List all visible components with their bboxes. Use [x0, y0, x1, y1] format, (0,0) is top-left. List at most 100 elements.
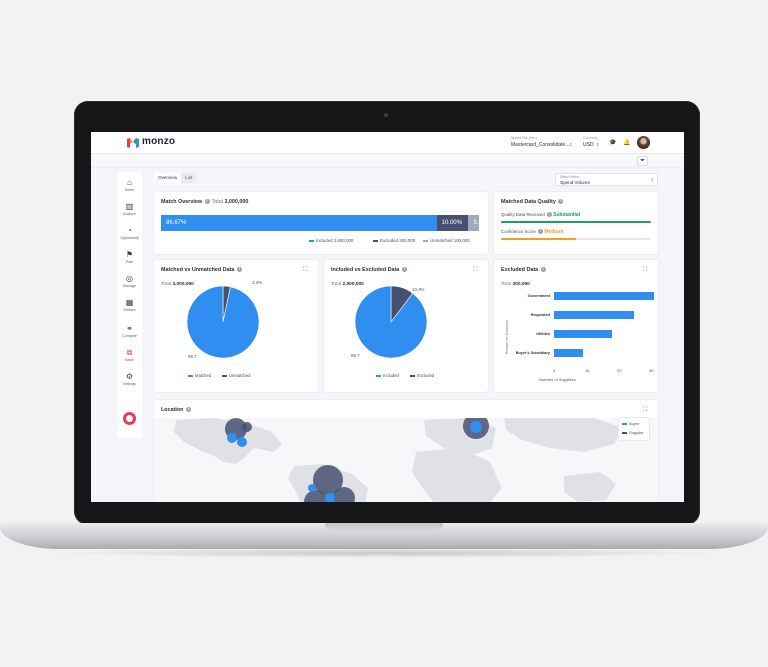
- legend-label: Excluded: [380, 238, 399, 243]
- sidebar-item-compare[interactable]: ⚭ Compare: [117, 322, 142, 344]
- currency-label: Currency: [583, 136, 598, 140]
- sidebar-item-label: Compare: [122, 334, 137, 338]
- stacked-bar-segment[interactable]: 86.67%: [161, 215, 437, 231]
- graduation-cap-icon[interactable]: 🎓: [609, 139, 616, 146]
- info-icon[interactable]: i: [546, 212, 552, 218]
- legend-supplier: Supplier: [622, 430, 644, 435]
- spend-file-label: Spend File (Yer.): [511, 136, 537, 140]
- filter-bar: ⏷: [91, 154, 684, 168]
- spend-file-select[interactable]: Mastercard_Consolidate...: [511, 142, 569, 148]
- info-icon[interactable]: i: [401, 267, 407, 273]
- confidence-value: Medium: [544, 229, 564, 235]
- buyer-bubble[interactable]: [237, 437, 247, 447]
- monzo-logo-icon: [127, 138, 139, 148]
- tab-list[interactable]: List: [181, 173, 196, 183]
- legend-value: 2,600,000: [333, 238, 354, 243]
- legend-label: Unmatched: [229, 373, 251, 378]
- metric-select-label: Select Metric: [560, 175, 580, 179]
- sidebar-item-label: Entities: [123, 308, 136, 312]
- brand-name: monzo: [142, 136, 176, 147]
- confidence-label: Confidence Score: [501, 229, 536, 234]
- chevron-updown-icon: ⇕: [650, 177, 654, 182]
- sidebar-item-label: Analyze: [123, 212, 136, 216]
- total-label: Total: [331, 282, 342, 287]
- legend-swatch: [423, 240, 428, 242]
- stacked-bar-segment[interactable]: 10.00%: [436, 215, 469, 231]
- x-axis-label: Number of Suppliers: [539, 377, 576, 382]
- total-value: 3,000,000: [224, 199, 249, 205]
- pie-label-unmatched: 3.3%: [252, 280, 263, 285]
- bar[interactable]: [554, 349, 583, 357]
- y-axis-label: Reason for Exclusion: [505, 320, 509, 354]
- sidebar-item-manage[interactable]: ◎ Manage: [117, 272, 142, 294]
- matched-vs-unmatched-card: Matched vs Unmatched Data i ⛶ Total 3,00…: [154, 260, 318, 392]
- chevron-updown-icon: ⇕: [569, 142, 573, 147]
- world-map: [154, 418, 658, 502]
- expand-icon[interactable]: ⛶: [643, 407, 647, 414]
- sidebar-item-home[interactable]: ⌂ Home: [117, 176, 142, 198]
- laptop-camera: [384, 113, 388, 117]
- pie-label-included: 89.7: [351, 353, 360, 358]
- info-icon[interactable]: i: [538, 229, 544, 235]
- excluded-data-card: Excluded Data i ⛶ Total 300,000 Reason f…: [494, 260, 658, 392]
- info-icon[interactable]: i: [204, 199, 210, 205]
- flag-icon: ⚑: [125, 250, 134, 259]
- expand-icon[interactable]: ⛶: [473, 267, 477, 274]
- matched-vs-unmatched-title: Matched vs Unmatched Data: [161, 267, 235, 273]
- legend-excluded: Excluded 300,000: [373, 238, 415, 243]
- legend-included: Included: [376, 373, 399, 378]
- x-tick-label: 0: [553, 368, 556, 373]
- info-icon[interactable]: i: [558, 199, 564, 205]
- info-icon[interactable]: i: [540, 267, 546, 273]
- metric-select-value: Spend Volume: [560, 180, 590, 185]
- bar[interactable]: [554, 292, 654, 300]
- bar-category-label: Utilities: [536, 332, 550, 336]
- expand-icon[interactable]: ⛶: [643, 267, 647, 274]
- matched-vs-unmatched-pie: [186, 285, 260, 359]
- buyer-bubble[interactable]: [470, 421, 482, 433]
- info-icon[interactable]: i: [185, 407, 191, 413]
- match-icon: ⧉: [126, 348, 133, 357]
- compare-icon: ⚭: [126, 324, 133, 333]
- top-bar: monzo Spend File (Yer.) Mastercard_Conso…: [91, 132, 684, 154]
- currency-select[interactable]: USD: [583, 142, 594, 148]
- sidebar-item-label: Match: [124, 358, 135, 362]
- legend-label: Excluded: [417, 373, 435, 378]
- view-tabs: Overview List: [154, 173, 197, 183]
- target-icon: ◎: [126, 274, 133, 283]
- bar[interactable]: [554, 311, 634, 319]
- buyer-bubble[interactable]: [308, 484, 316, 492]
- buyer-bubble[interactable]: [227, 433, 237, 443]
- pie-slice-included[interactable]: [354, 285, 428, 359]
- sidebar-item-opportunity[interactable]: ◔ Opportunity: [117, 224, 142, 246]
- stacked-bar-segment[interactable]: 3.33%: [468, 215, 479, 231]
- support-icon[interactable]: [123, 412, 136, 425]
- bar[interactable]: [554, 330, 612, 338]
- sidebar-item-analyze[interactable]: ▥ Analyze: [117, 200, 142, 222]
- progress-fill: [501, 238, 576, 240]
- sidebar-item-match[interactable]: ⧉ Match: [117, 346, 142, 368]
- legend-value: 300,000: [399, 238, 416, 243]
- sidebar-item-entities[interactable]: ▦ Entities: [117, 296, 142, 318]
- included-vs-excluded-pie: [354, 285, 428, 359]
- metric-select[interactable]: Select Metric Spend Volume ⇕: [555, 173, 658, 186]
- pie-slice-matched[interactable]: [186, 285, 260, 359]
- funnel-icon: ⏷: [640, 158, 645, 164]
- legend-label: Included: [383, 373, 399, 378]
- filter-button[interactable]: ⏷: [637, 156, 648, 166]
- card-title: Matched vs Unmatched Data i: [161, 267, 242, 273]
- info-icon[interactable]: i: [236, 267, 242, 273]
- bell-icon[interactable]: 🔔: [623, 139, 630, 146]
- tab-overview[interactable]: Overview: [154, 173, 182, 183]
- supplier-bubble[interactable]: [242, 422, 252, 432]
- bar-category-label: Requested: [530, 313, 550, 317]
- location-title: Location: [161, 407, 184, 413]
- sidebar-item-plan[interactable]: ⚑ Plan: [117, 248, 142, 270]
- legend-value: 100,000: [453, 238, 470, 243]
- expand-icon[interactable]: ⛶: [303, 267, 307, 274]
- legend-swatch: [222, 375, 227, 377]
- quality-received-progress: [501, 221, 651, 223]
- sidebar-item-settings[interactable]: ⚙ Settings: [117, 370, 142, 392]
- x-tick-label: 20: [617, 368, 622, 373]
- avatar[interactable]: [637, 136, 650, 149]
